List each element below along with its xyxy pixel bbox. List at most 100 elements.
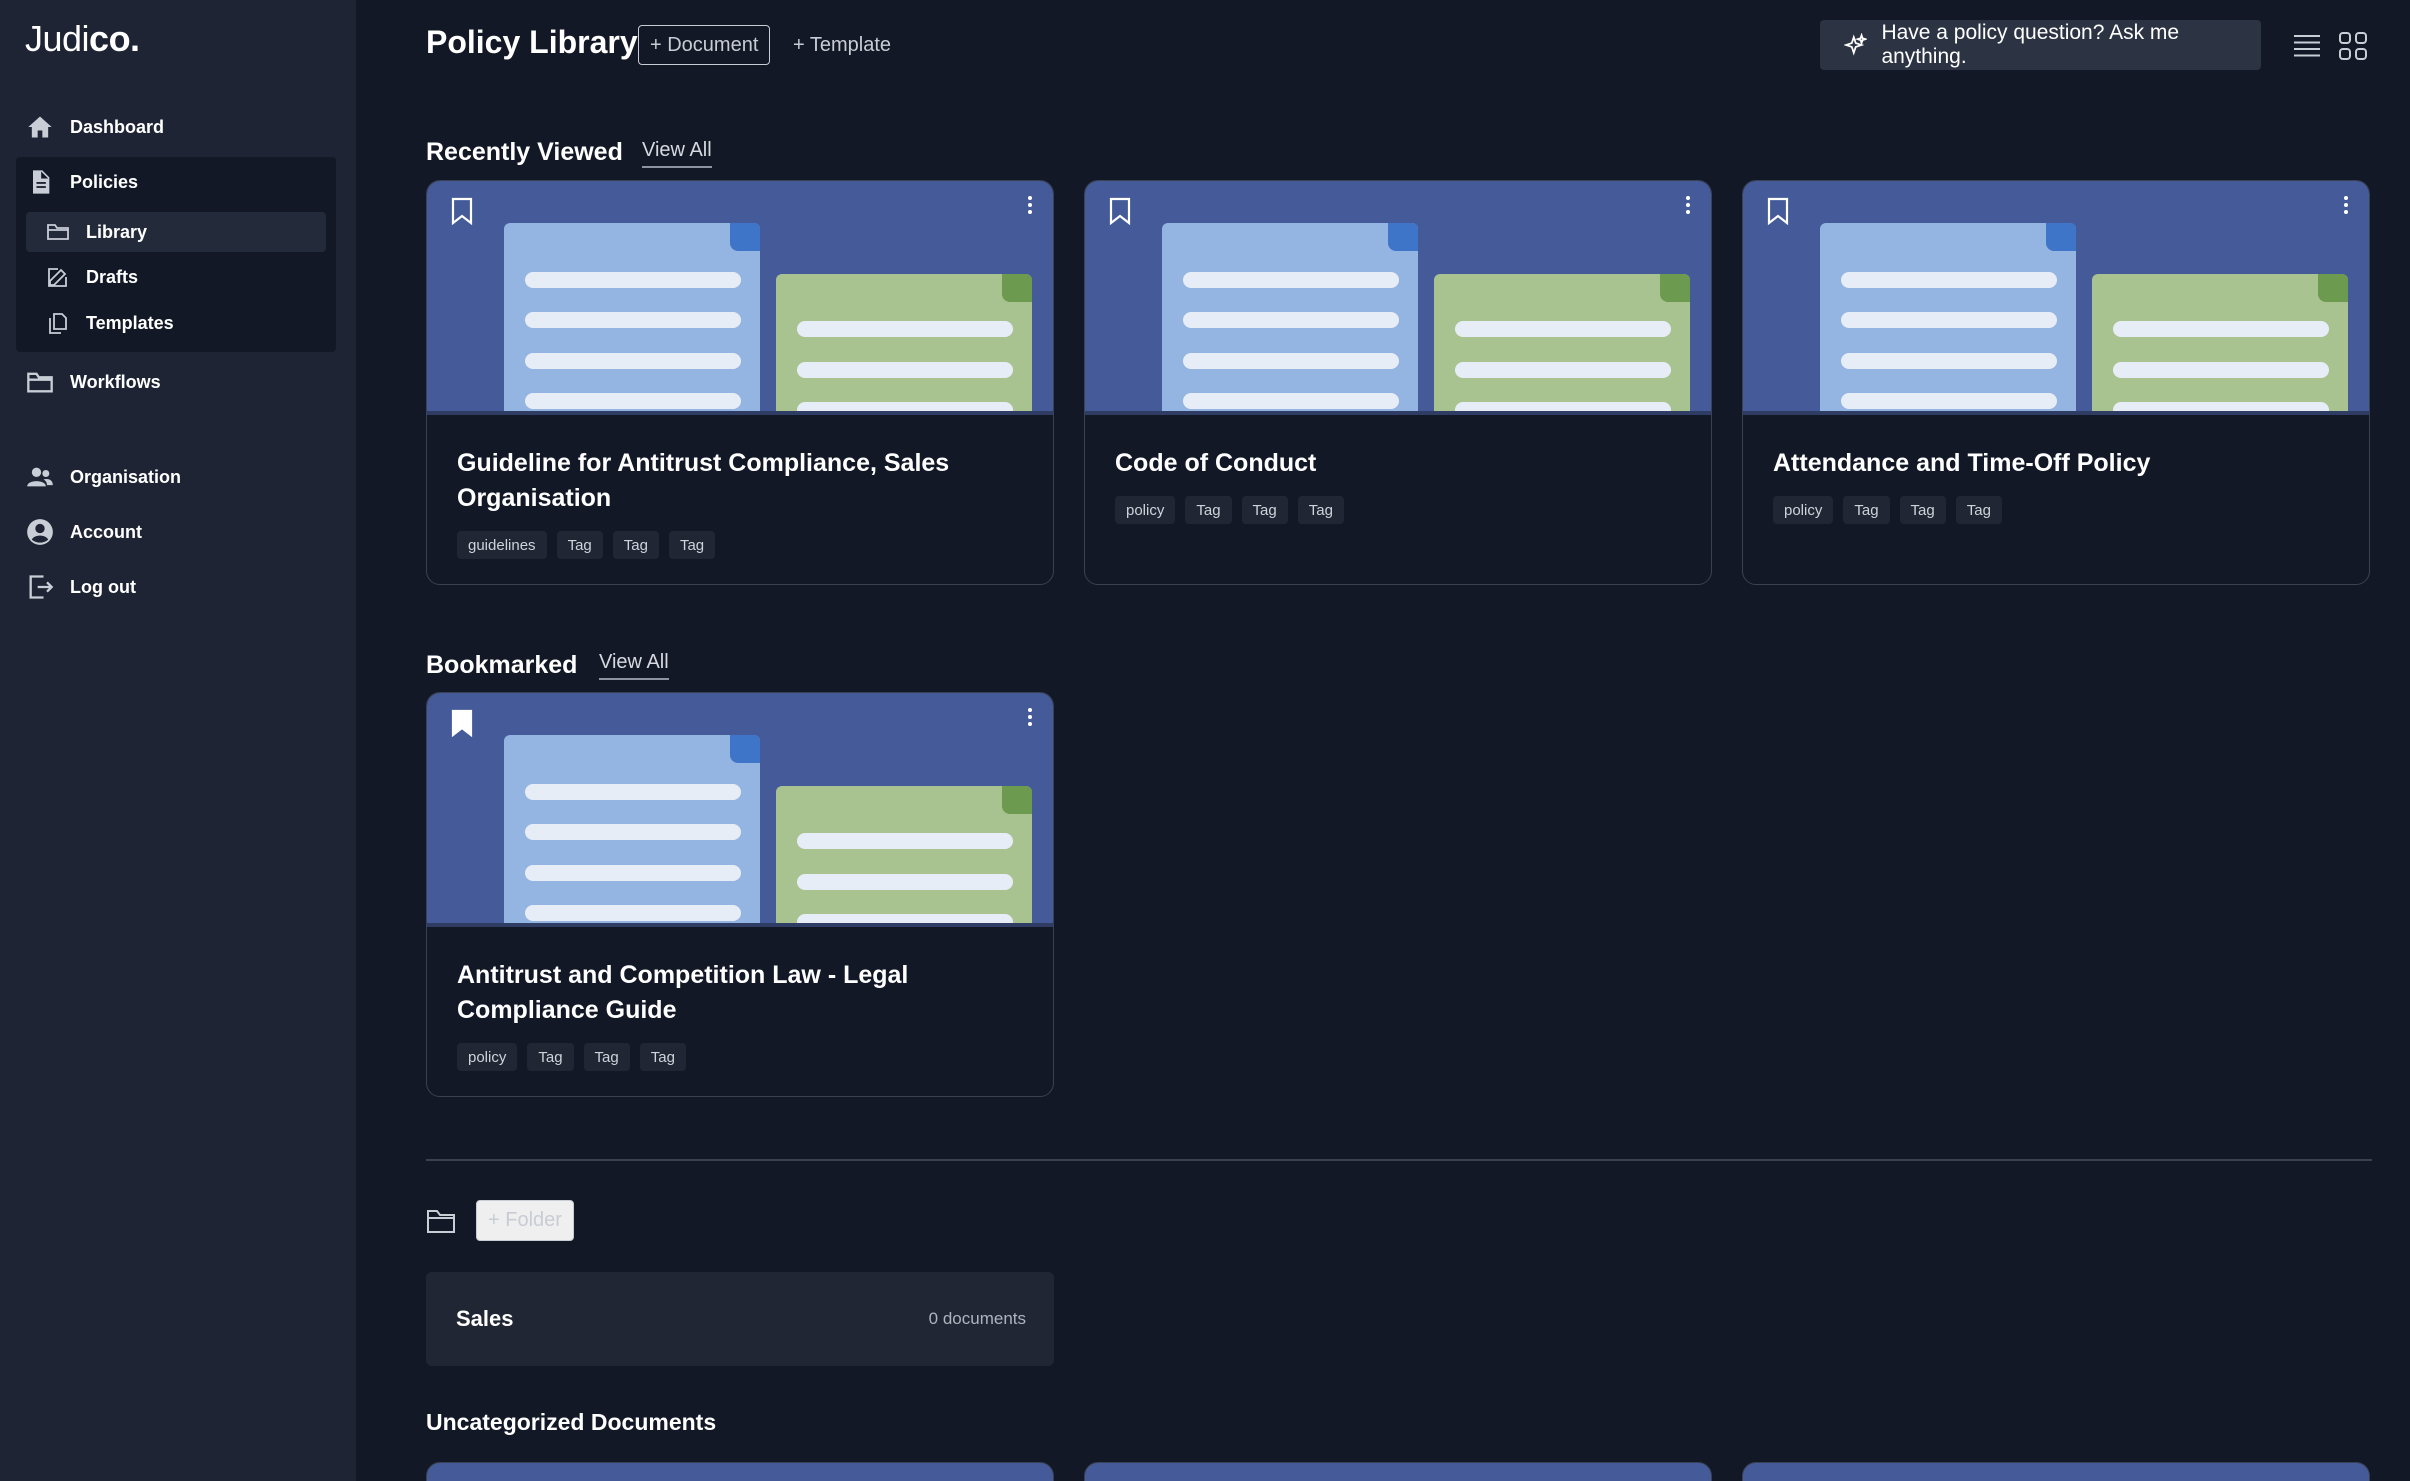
tag-badge[interactable]: Tag (1297, 496, 1344, 524)
document-title: Attendance and Time-Off Policy (1773, 449, 2151, 477)
document-illustration (504, 223, 760, 415)
grid-view-icon[interactable] (2337, 30, 2369, 62)
sidebar-item-account[interactable]: Account (26, 512, 142, 552)
tag-badge[interactable]: Tag (583, 1043, 630, 1071)
sparkle-icon (1844, 33, 1868, 56)
document-card[interactable]: Antitrust and Competition Law - Legal Co… (426, 692, 1054, 1097)
tag-badge[interactable]: Tag (1843, 496, 1890, 524)
bookmark-icon[interactable] (449, 709, 475, 738)
sidebar-item-organisation[interactable]: Organisation (26, 457, 181, 497)
document-illustration (2092, 274, 2348, 415)
users-icon (27, 467, 53, 487)
tag-list: policy Tag Tag Tag (1115, 496, 1344, 524)
add-folder-button[interactable]: + Folder (476, 1200, 574, 1241)
sidebar-item-workflows[interactable]: Workflows (26, 362, 161, 402)
document-thumbnail (427, 693, 1053, 927)
tag-badge[interactable]: guidelines (457, 531, 547, 559)
sidebar-item-label: Policies (70, 171, 139, 192)
document-thumbnail (1085, 181, 1711, 415)
folder-name: Sales (456, 1306, 514, 1331)
sidebar-item-library[interactable]: Library (26, 212, 326, 252)
sidebar-item-label: Account (70, 521, 142, 542)
tag-badge[interactable]: policy (457, 1043, 518, 1071)
sidebar-item-drafts[interactable]: Drafts (26, 257, 326, 297)
sidebar-item-label: Dashboard (70, 116, 165, 137)
logo-text-regular: Judi (25, 18, 90, 59)
folder-icon (426, 1207, 456, 1235)
edit-icon (48, 268, 67, 287)
bookmarked-heading: Bookmarked (426, 651, 578, 679)
recently-viewed-view-all-link[interactable]: View All (642, 139, 712, 168)
tag-badge[interactable]: Tag (668, 531, 716, 559)
sidebar-item-label: Log out (70, 576, 136, 597)
logo-text-bold: co. (89, 18, 140, 59)
recently-viewed-heading: Recently Viewed (426, 138, 623, 166)
tag-list: guidelines Tag Tag Tag (457, 531, 716, 559)
app-logo[interactable]: Judico. (25, 18, 140, 60)
bookmarked-view-all-link[interactable]: View All (599, 651, 669, 680)
document-illustration (1162, 223, 1418, 415)
list-view-icon[interactable] (2291, 30, 2323, 62)
document-card[interactable] (1084, 1462, 1712, 1481)
more-options-icon[interactable] (2341, 193, 2351, 217)
document-illustration (776, 786, 1032, 927)
sidebar-item-label: Workflows (70, 371, 161, 392)
tag-badge[interactable]: Tag (556, 531, 603, 559)
document-card[interactable] (1742, 1462, 2370, 1481)
logout-icon (29, 575, 54, 599)
tag-badge[interactable]: policy (1773, 496, 1834, 524)
document-card[interactable]: Attendance and Time-Off Policy policy Tag… (1742, 180, 2370, 585)
bookmark-icon[interactable] (1765, 197, 1791, 226)
ask-ai-label: Have a policy question? Ask me anything. (1881, 21, 2180, 68)
folder-card-sales[interactable]: Sales 0 documents (426, 1272, 1054, 1366)
page-title: Policy Library (426, 24, 638, 60)
tag-badge[interactable]: Tag (1899, 496, 1946, 524)
copy-icon (49, 313, 67, 334)
tag-badge[interactable]: Tag (612, 531, 659, 559)
add-document-button[interactable]: + Document (638, 25, 771, 65)
tag-badge[interactable]: Tag (527, 1043, 574, 1071)
document-thumbnail (1743, 181, 2369, 415)
more-options-icon[interactable] (1025, 193, 1035, 217)
uncategorized-heading: Uncategorized Documents (426, 1409, 717, 1435)
sidebar-item-dashboard[interactable]: Dashboard (26, 107, 164, 147)
sidebar: Judico. Dashboard Policies Library Draft… (0, 0, 356, 1481)
document-card[interactable]: Guideline for Antitrust Compliance, Sale… (426, 180, 1054, 585)
tag-badge[interactable]: Tag (1185, 496, 1232, 524)
sidebar-item-label: Library (86, 221, 148, 242)
more-options-icon[interactable] (1025, 705, 1035, 729)
home-icon (28, 116, 52, 138)
document-title: Code of Conduct (1115, 449, 1317, 477)
document-title: Antitrust and Competition Law - Legal Co… (457, 961, 909, 1024)
add-template-button[interactable]: + Template (793, 25, 891, 65)
document-icon (33, 170, 50, 194)
folder-document-count: 0 documents (928, 1309, 1026, 1328)
sidebar-item-logout[interactable]: Log out (26, 567, 136, 607)
document-illustration (1434, 274, 1690, 415)
document-thumbnail (427, 181, 1053, 415)
sidebar-item-templates[interactable]: Templates (26, 303, 326, 343)
bookmark-icon[interactable] (1107, 197, 1133, 226)
tag-list: policy Tag Tag Tag (457, 1043, 686, 1071)
folder-icon (27, 372, 53, 393)
document-illustration (776, 274, 1032, 415)
tag-badge[interactable]: Tag (1241, 496, 1288, 524)
tag-badge[interactable]: Tag (1955, 496, 2002, 524)
document-illustration (1820, 223, 2076, 415)
document-card[interactable]: Code of Conduct policy Tag Tag Tag (1084, 180, 1712, 585)
sidebar-item-label: Organisation (70, 466, 182, 487)
document-card[interactable] (426, 1462, 1054, 1481)
tag-badge[interactable]: Tag (639, 1043, 686, 1071)
sidebar-item-label: Templates (86, 312, 174, 333)
bookmark-icon[interactable] (449, 197, 475, 226)
sidebar-policies-group: Policies Library Drafts Templates (16, 157, 336, 352)
document-title: Guideline for Antitrust Compliance, Sale… (457, 449, 950, 512)
sidebar-item-label: Drafts (86, 266, 139, 287)
section-divider (426, 1159, 2372, 1161)
ask-ai-button[interactable]: Have a policy question? Ask me anything. (1820, 20, 2261, 70)
tag-badge[interactable]: policy (1115, 496, 1176, 524)
user-circle-icon (27, 519, 53, 545)
sidebar-item-policies[interactable]: Policies (26, 162, 138, 202)
more-options-icon[interactable] (1683, 193, 1693, 217)
tag-list: policy Tag Tag Tag (1773, 496, 2002, 524)
